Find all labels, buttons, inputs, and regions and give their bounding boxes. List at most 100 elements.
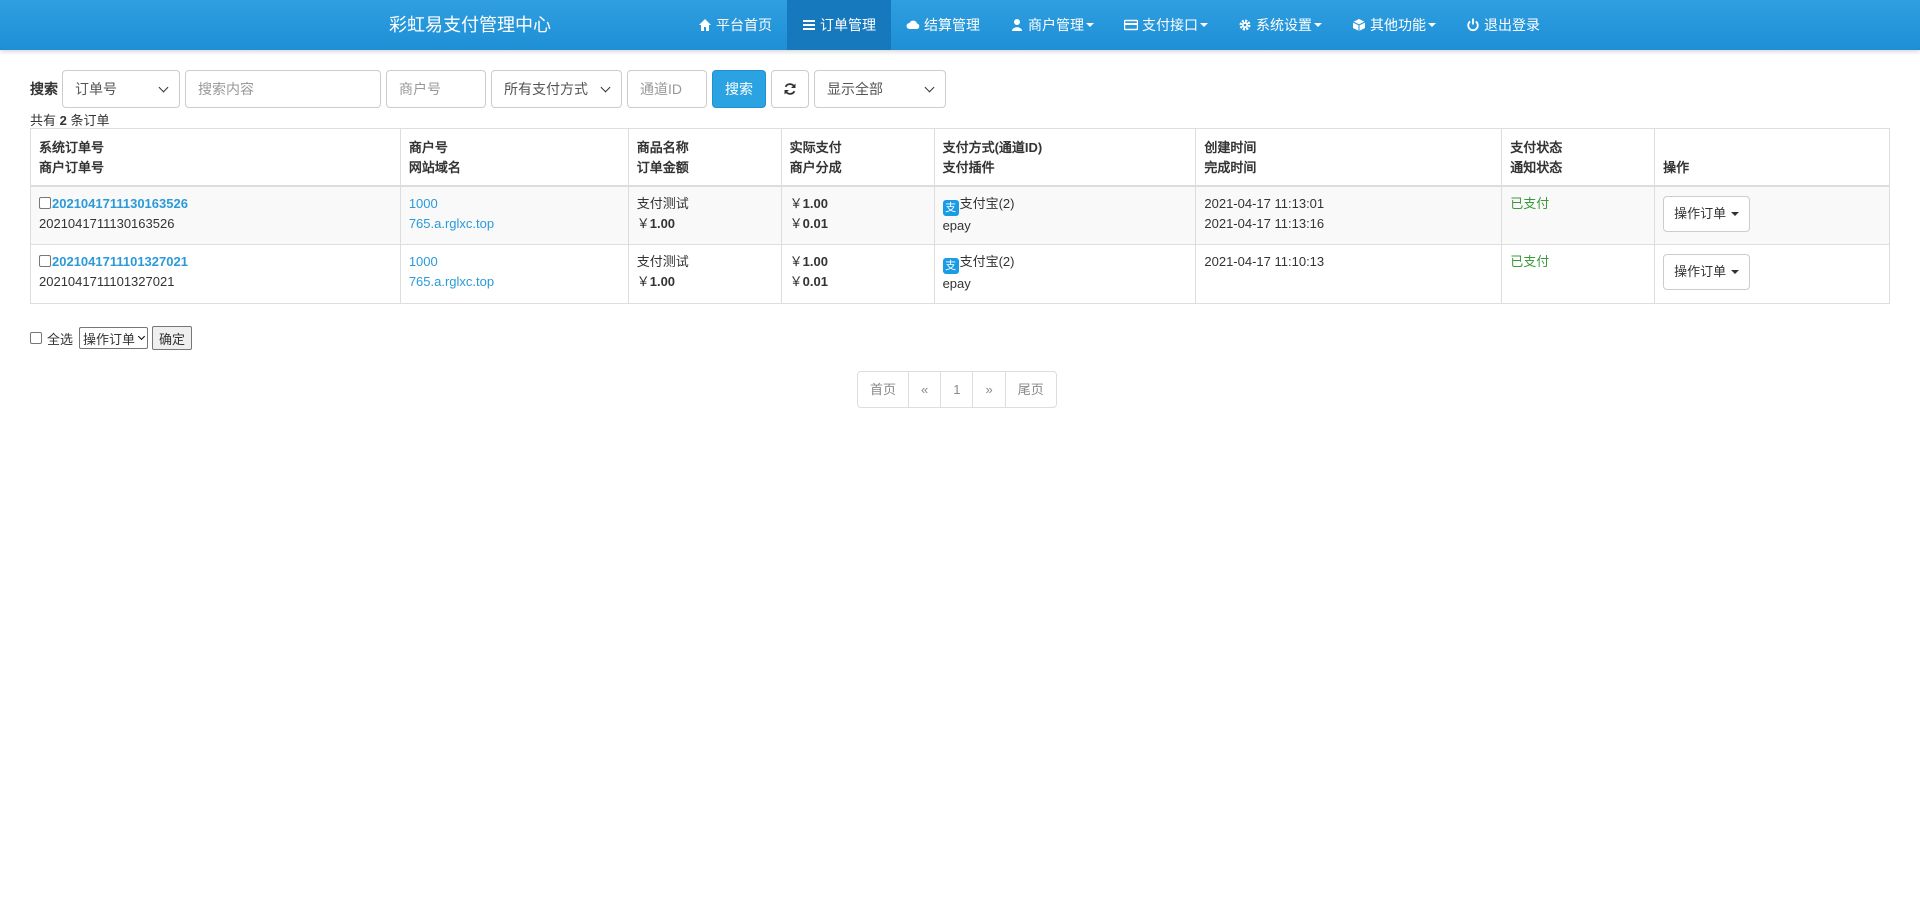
plugin: epay — [942, 276, 971, 291]
display-filter-value: 显示全部 — [827, 81, 883, 97]
row-checkbox[interactable] — [39, 255, 51, 267]
col-header-pay-type: 支付方式(通道ID) 支付插件 — [933, 128, 1197, 187]
select-all-checkbox[interactable] — [30, 332, 42, 344]
cell-payment: ￥1.00 ￥0.01 — [780, 244, 935, 304]
status-badge[interactable]: 已支付 — [1510, 194, 1646, 214]
cell-actions: 操作订单 — [1654, 185, 1890, 245]
order-money: 1.00 — [649, 215, 676, 231]
order-action-label: 操作订单 — [1674, 264, 1727, 279]
page-current[interactable]: 1 — [940, 371, 974, 408]
cloud-icon — [906, 20, 920, 29]
merchant-share: 0.01 — [802, 274, 828, 289]
caret-down-icon — [1086, 23, 1094, 27]
out-trade-no: 2021041711130163526 — [39, 215, 175, 231]
summary-prefix: 共有 — [30, 113, 57, 128]
nav-item-system-settings[interactable]: 系统设置 — [1223, 0, 1337, 50]
page-next[interactable]: » — [972, 371, 1006, 408]
app-brand[interactable]: 彩虹易支付管理中心 — [389, 0, 551, 50]
cell-product: 支付测试 ￥1.00 — [627, 244, 782, 304]
order-action-dropdown[interactable]: 操作订单 — [1663, 195, 1751, 232]
table-row: 2021041711130163526 2021041711130163526 … — [30, 185, 1890, 245]
caret-down-icon — [1731, 270, 1740, 274]
order-count: 2 — [59, 113, 67, 128]
power-icon — [1467, 18, 1479, 32]
table-row: 2021041711101327021 2021041711101327021 … — [30, 244, 1890, 304]
nav-item-label: 平台首页 — [716, 17, 772, 33]
nav-item-settlement[interactable]: 结算管理 — [891, 0, 995, 50]
merchant-id-link[interactable]: 1000 — [409, 194, 620, 214]
plugin: epay — [942, 217, 971, 233]
chevron-down-icon — [924, 82, 935, 92]
domain-link[interactable]: 765.a.rglxc.top — [409, 272, 620, 292]
out-trade-no: 2021041711101327021 — [39, 274, 175, 289]
cell-time: 2021-04-17 11:10:13 — [1195, 244, 1503, 304]
caret-down-icon — [1428, 23, 1436, 27]
col-header-trade-no: 系统订单号 商户订单号 — [30, 128, 401, 187]
channel-id-input[interactable]: 通道ID — [627, 70, 707, 108]
col-header-time: 创建时间 完成时间 — [1195, 128, 1503, 187]
create-time: 2021-04-17 11:13:01 — [1204, 195, 1325, 211]
refresh-icon — [784, 83, 796, 95]
credit-card-icon — [1124, 19, 1138, 31]
real-money: 1.00 — [802, 254, 828, 269]
page-last[interactable]: 尾页 — [1004, 371, 1057, 408]
merchant-id-input[interactable]: 商户号 — [386, 70, 486, 108]
nav-item-label: 订单管理 — [820, 17, 876, 33]
nav-item-home[interactable]: 平台首页 — [683, 0, 787, 50]
cell-trade-no: 2021041711101327021 2021041711101327021 — [30, 244, 401, 304]
row-checkbox[interactable] — [39, 196, 51, 209]
orders-table: 系统订单号 商户订单号 商户号 网站域名 商品名称 订单金额 实际支付 商户分成 支付方… — [30, 128, 1890, 304]
cell-status: 已支付 — [1501, 244, 1656, 304]
bulk-confirm-button[interactable]: 确定 — [152, 326, 193, 350]
search-type-select[interactable]: 订单号 — [62, 70, 180, 108]
order-count-summary: 共有 2 条订单 — [30, 110, 110, 129]
nav-item-label: 结算管理 — [924, 17, 980, 33]
cube-icon — [1352, 19, 1366, 31]
product-name: 支付测试 — [636, 254, 689, 269]
nav-item-label: 商户管理 — [1028, 17, 1084, 33]
page-first[interactable]: 首页 — [857, 371, 910, 408]
chevron-down-icon — [137, 332, 146, 341]
search-form: 搜索 订单号 搜索内容 商户号 所有支付方式 通道ID 搜索 显示全部 — [30, 70, 951, 108]
nav-item-orders[interactable]: 订单管理 — [787, 0, 891, 50]
trade-no-link[interactable]: 2021041711101327021 — [52, 254, 188, 269]
merchant-id-placeholder: 商户号 — [399, 81, 441, 97]
refresh-button[interactable] — [771, 70, 809, 108]
main-nav: 平台首页 订单管理 结算管理 商户管理 支付接口 系统设置 其他功能 退出登录 — [683, 0, 1555, 50]
bulk-action-value: 操作订单 — [83, 331, 136, 347]
top-navbar: 彩虹易支付管理中心 平台首页 订单管理 结算管理 商户管理 支付接口 系统设置 — [0, 0, 1920, 50]
page-prev[interactable]: « — [908, 371, 942, 408]
nav-item-other-functions[interactable]: 其他功能 — [1337, 0, 1451, 50]
caret-down-icon — [1200, 23, 1208, 27]
search-content-placeholder: 搜索内容 — [198, 81, 254, 97]
gear-icon — [1239, 19, 1251, 31]
col-header-merchant: 商户号 网站域名 — [399, 128, 629, 187]
pay-type: 支付宝(2) — [959, 254, 1015, 269]
summary-suffix: 条订单 — [70, 113, 110, 128]
product-name: 支付测试 — [636, 195, 689, 211]
caret-down-icon — [1731, 211, 1740, 216]
nav-item-payment-interface[interactable]: 支付接口 — [1109, 0, 1223, 50]
trade-no-link[interactable]: 2021041711130163526 — [52, 196, 188, 211]
merchant-id-link[interactable]: 1000 — [409, 252, 620, 272]
cell-payment: ￥1.00 ￥0.01 — [780, 185, 935, 245]
order-money: 1.00 — [649, 274, 676, 289]
search-button[interactable]: 搜索 — [712, 70, 766, 108]
cell-time: 2021-04-17 11:13:01 2021-04-17 11:13:16 — [1195, 185, 1503, 245]
pay-type-select[interactable]: 所有支付方式 — [491, 70, 622, 108]
search-content-input[interactable]: 搜索内容 — [185, 70, 381, 108]
domain-link[interactable]: 765.a.rglxc.top — [409, 214, 620, 234]
bulk-actions: 全选 操作订单 确定 — [30, 326, 193, 350]
nav-item-logout[interactable]: 退出登录 — [1451, 0, 1555, 50]
cell-actions: 操作订单 — [1654, 244, 1890, 304]
real-money: 1.00 — [802, 195, 828, 211]
order-action-dropdown[interactable]: 操作订单 — [1663, 254, 1751, 290]
cell-merchant: 1000 765.a.rglxc.top — [399, 244, 629, 304]
bulk-action-select[interactable]: 操作订单 — [79, 327, 149, 349]
cell-merchant: 1000 765.a.rglxc.top — [399, 185, 629, 245]
status-badge[interactable]: 已支付 — [1510, 252, 1646, 272]
nav-item-merchants[interactable]: 商户管理 — [995, 0, 1109, 50]
pagination: 首页 « 1 » 尾页 — [857, 371, 1057, 408]
end-time: 2021-04-17 11:13:16 — [1204, 215, 1325, 231]
display-filter-select[interactable]: 显示全部 — [814, 70, 946, 108]
